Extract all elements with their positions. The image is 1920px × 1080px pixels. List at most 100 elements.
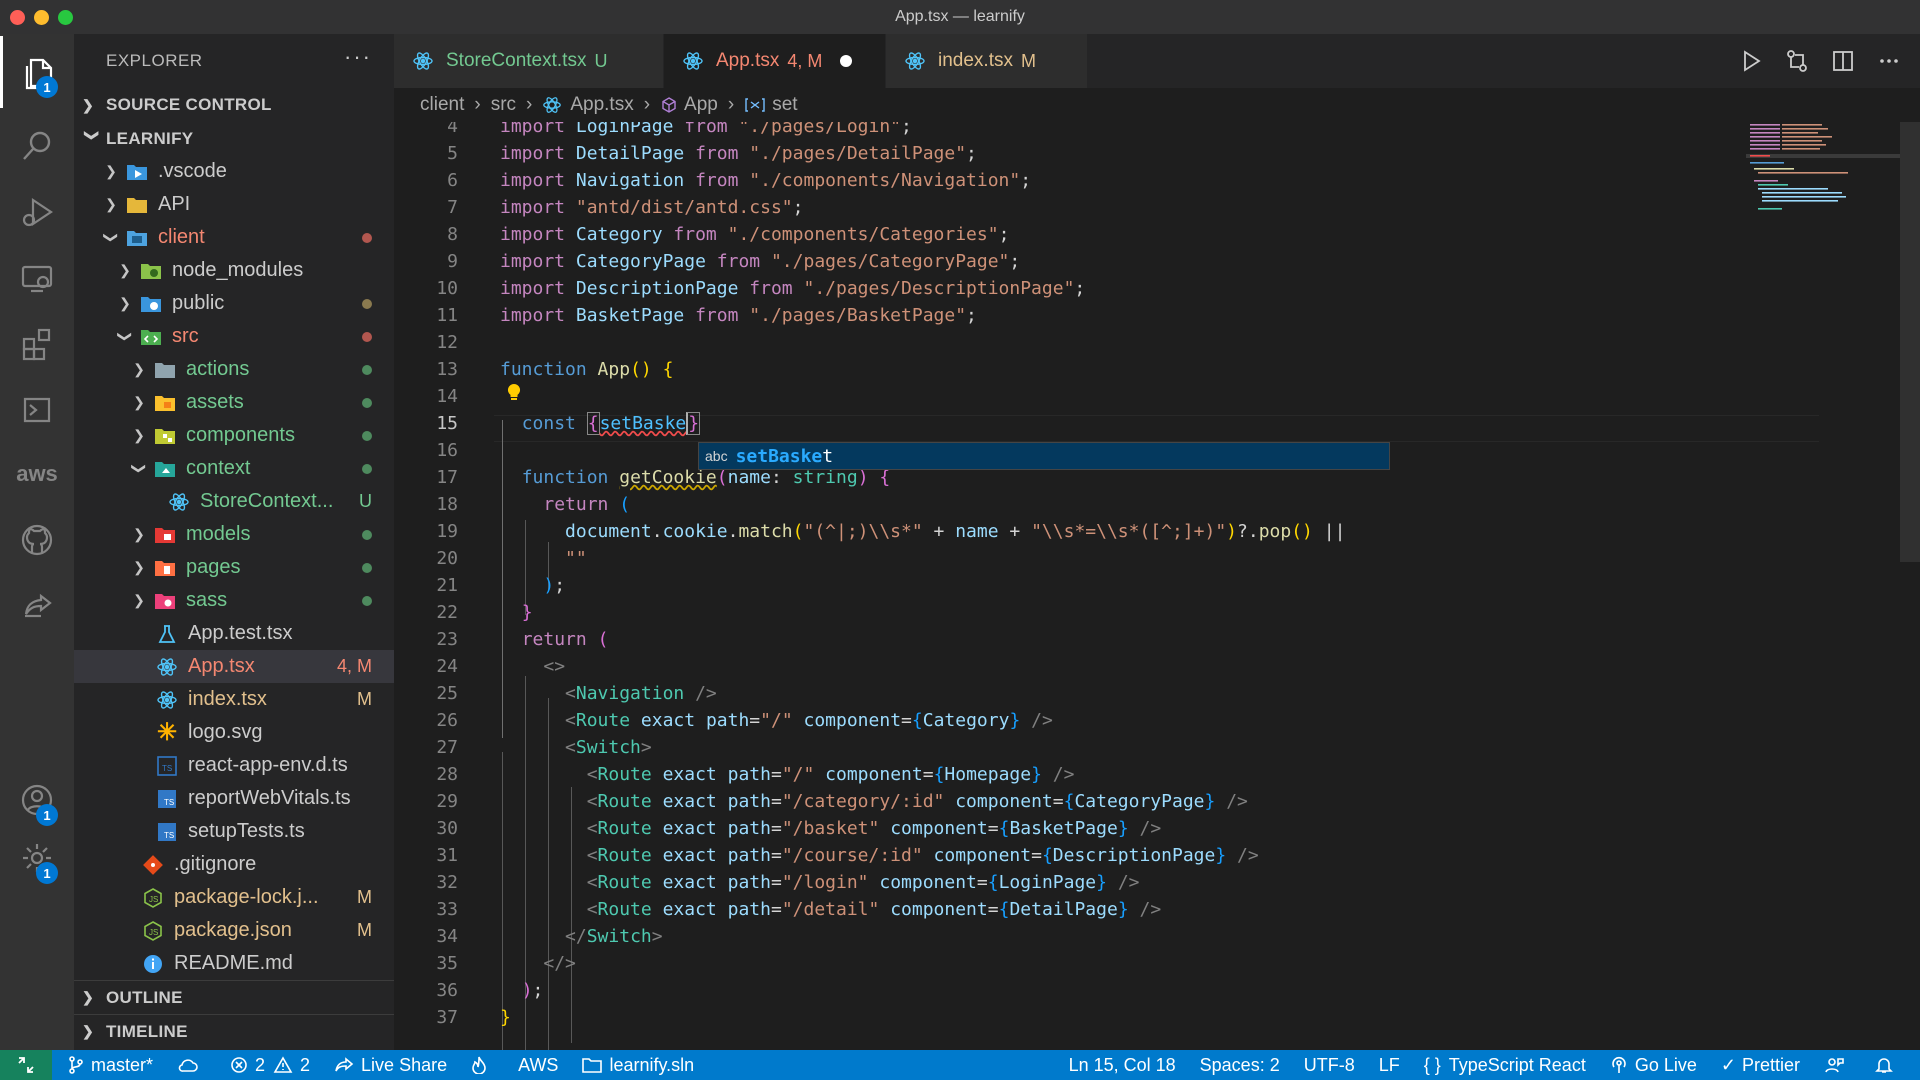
tree-item-src[interactable]: ❯ src: [74, 320, 394, 353]
tab-storecontext[interactable]: StoreContext.tsx U: [394, 34, 664, 88]
folder-icon: [154, 359, 176, 381]
solution-status[interactable]: learnify.sln: [582, 1055, 694, 1076]
split-editor-icon[interactable]: [1830, 48, 1856, 74]
tree-item-storecontext[interactable]: StoreContext... U: [74, 485, 394, 518]
unsaved-dot-icon[interactable]: [840, 55, 853, 67]
flame-status[interactable]: [471, 1056, 494, 1074]
tree-item-node-modules[interactable]: ❯ node_modules: [74, 254, 394, 287]
run-icon[interactable]: [1738, 48, 1764, 74]
code-editor[interactable]: 4 import LoginPage from "./pages/Login"; …: [394, 122, 1920, 1050]
live-share-status[interactable]: Live Share: [334, 1055, 447, 1076]
tree-item-gitignore[interactable]: .gitignore: [74, 848, 394, 881]
live-share-icon: [335, 1057, 354, 1072]
chevron-right-icon: ❯: [82, 1023, 95, 1039]
search-icon[interactable]: [0, 110, 74, 182]
folder-sass-icon: [154, 590, 176, 612]
line-number: 12: [436, 332, 458, 353]
feedback-status[interactable]: [1824, 1056, 1851, 1074]
sync-status[interactable]: [177, 1056, 206, 1074]
tab-index-tsx[interactable]: index.tsx M: [886, 34, 1088, 88]
tree-item-index-tsx[interactable]: index.tsx M: [74, 683, 394, 716]
tree-item-package-lock[interactable]: JS package-lock.j... M: [74, 881, 394, 914]
extensions-icon[interactable]: [0, 308, 74, 380]
problems-status[interactable]: 2 2: [230, 1055, 310, 1076]
eol-status[interactable]: LF: [1379, 1055, 1400, 1076]
aws-icon[interactable]: aws: [0, 438, 74, 510]
code-line: 21 );: [394, 572, 1744, 599]
breadcrumb-function[interactable]: App: [684, 94, 718, 116]
tree-item-readme[interactable]: README.md: [74, 947, 394, 980]
tree-item-vscode[interactable]: ❯ .vscode: [74, 155, 394, 188]
remote-indicator[interactable]: [0, 1050, 52, 1080]
tree-item-pages[interactable]: ❯ pages: [74, 551, 394, 584]
outline-section[interactable]: ❯ OUTLINE: [74, 980, 394, 1014]
tree-item-components[interactable]: ❯ components: [74, 419, 394, 452]
run-debug-icon[interactable]: [0, 176, 74, 248]
tree-item-reportwebvitals[interactable]: TS reportWebVitals.ts: [74, 782, 394, 815]
minimize-window-button[interactable]: [34, 10, 49, 25]
prettier-label: Prettier: [1741, 1054, 1800, 1075]
code-line: 19 document.cookie.match("(^|;)\\s*" + n…: [394, 518, 1744, 545]
language-status[interactable]: { } TypeScript React: [1424, 1055, 1586, 1076]
tree-item-public[interactable]: ❯ public: [74, 287, 394, 320]
tree-item-models[interactable]: ❯ models: [74, 518, 394, 551]
line-number: 27: [436, 737, 458, 758]
indentation-status[interactable]: Spaces: 2: [1200, 1055, 1280, 1076]
explorer-icon[interactable]: 1: [0, 36, 74, 108]
tree-item-label: setupTests.ts: [188, 820, 305, 842]
svg-file-icon: ✳: [156, 719, 178, 746]
compare-changes-icon[interactable]: [1784, 48, 1810, 74]
explorer-badge: 1: [36, 76, 58, 98]
code-line: 10 import DescriptionPage from "./pages/D…: [394, 275, 1744, 302]
lightbulb-icon[interactable]: [506, 383, 522, 403]
remote-explorer-icon[interactable]: [0, 242, 74, 314]
line-number: 19: [436, 521, 458, 542]
tree-item-assets[interactable]: ❯ assets: [74, 386, 394, 419]
tree-item-context[interactable]: ❯ context: [74, 452, 394, 485]
gear-icon[interactable]: 1: [0, 822, 74, 894]
git-branch-status[interactable]: master*: [68, 1055, 153, 1076]
code-line: 32 <Route exact path="/login" component=…: [394, 869, 1744, 896]
go-live-status[interactable]: Go Live: [1610, 1055, 1697, 1076]
line-number: 15: [436, 413, 458, 434]
tree-item-package-json[interactable]: JS package.json M: [74, 914, 394, 947]
project-section[interactable]: ❯ LEARNIFY: [74, 122, 394, 156]
minimap[interactable]: [1746, 122, 1900, 242]
suggestion-item[interactable]: setBasket: [736, 446, 834, 467]
live-share-icon[interactable]: [0, 570, 74, 642]
breadcrumb-symbol[interactable]: set: [772, 94, 797, 116]
svg-text:TS: TS: [164, 798, 174, 807]
explorer-more-actions[interactable]: ···: [344, 44, 372, 70]
cursor-position[interactable]: Ln 15, Col 18: [1069, 1055, 1176, 1076]
tree-item-client[interactable]: ❯ client: [74, 221, 394, 254]
tree-item-label: .vscode: [158, 160, 227, 182]
prettier-status[interactable]: ✓ Prettier: [1721, 1055, 1800, 1076]
tree-item-setuptests[interactable]: TS setupTests.ts: [74, 815, 394, 848]
tab-app-tsx[interactable]: App.tsx 4, M: [664, 34, 886, 88]
aws-status[interactable]: AWS: [518, 1055, 558, 1076]
tree-item-api[interactable]: ❯ API: [74, 188, 394, 221]
timeline-section[interactable]: ❯ TIMELINE: [74, 1014, 394, 1048]
tree-item-app-test[interactable]: App.test.tsx: [74, 617, 394, 650]
flame-icon: [472, 1056, 486, 1074]
encoding-status[interactable]: UTF-8: [1304, 1055, 1355, 1076]
breadcrumb-src[interactable]: src: [491, 94, 516, 116]
close-window-button[interactable]: [10, 10, 25, 25]
breadcrumb-client[interactable]: client: [420, 94, 464, 116]
tree-item-actions[interactable]: ❯ actions: [74, 353, 394, 386]
tree-item-react-app-env[interactable]: TS react-app-env.d.ts: [74, 749, 394, 782]
editor-scrollbar[interactable]: [1900, 122, 1920, 562]
tree-item-app-tsx[interactable]: App.tsx 4, M: [74, 650, 394, 683]
breadcrumb-file[interactable]: App.tsx: [570, 94, 633, 116]
line-number: 29: [436, 791, 458, 812]
source-control-section[interactable]: ❯ SOURCE CONTROL: [74, 88, 394, 122]
code-line: 26 <Route exact path="/" component={Cate…: [394, 707, 1744, 734]
zoom-window-button[interactable]: [58, 10, 73, 25]
terminal-panel-icon[interactable]: [0, 374, 74, 446]
tree-item-sass[interactable]: ❯ sass: [74, 584, 394, 617]
line-number: 30: [436, 818, 458, 839]
github-icon[interactable]: [0, 504, 74, 576]
notifications-status[interactable]: [1875, 1056, 1900, 1074]
tree-item-logo-svg[interactable]: ✳ logo.svg: [74, 716, 394, 749]
more-actions-icon[interactable]: [1876, 48, 1902, 74]
